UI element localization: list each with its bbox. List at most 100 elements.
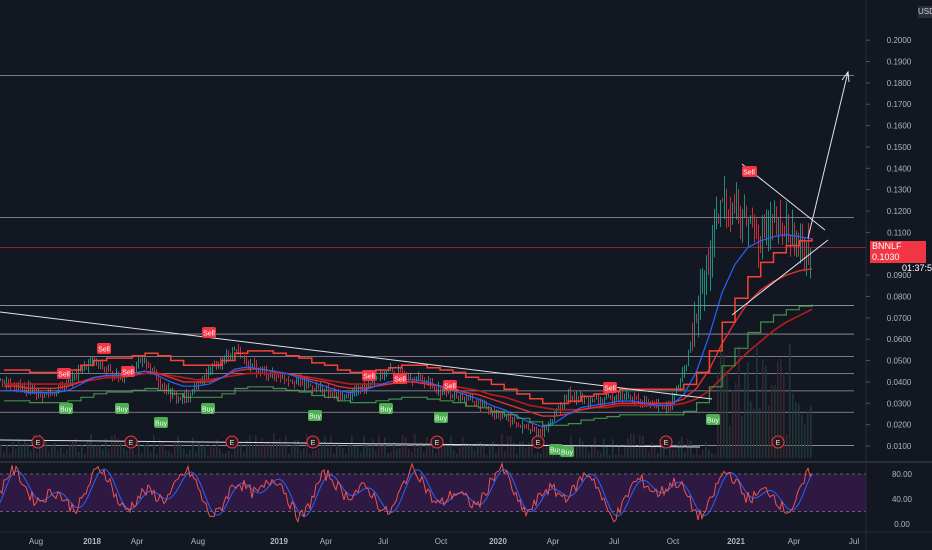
volume-bar [447,445,449,458]
volume-bar [324,436,326,458]
volume-bar [48,451,50,458]
volume-bar [489,444,491,458]
buy-signal: Buy [59,403,73,414]
price-tick-label: 0.1500 [887,143,912,152]
volume-bar [600,452,602,458]
volume-bar [771,384,773,458]
volume-bar [84,453,86,458]
volume-bar [753,408,755,458]
volume-bar [72,441,74,458]
price-tick-label: 0.1900 [887,58,912,67]
price-axis[interactable]: 0.2000 0.1900 0.1800 0.1700 0.1600 0.1500 0.14… [865,0,913,550]
volume-bar [363,436,365,458]
volume-bar [624,445,626,458]
currency-label[interactable]: USD [918,6,932,18]
volume-bar [519,441,521,458]
price-tick-label: 0.1300 [887,186,912,195]
volume-bar [366,443,368,458]
price-tick-label: 0.0100 [887,442,912,451]
volume-bar [690,440,692,458]
volume-bar [390,452,392,458]
volume-bar [393,442,395,458]
volume-bar [6,445,8,458]
time-tick-label: Oct [435,537,448,546]
volume-bar [264,443,266,458]
signal-text: Buy [155,421,168,428]
volume-bar [747,362,749,458]
volume-bar [249,435,251,458]
volume-bar [648,451,650,458]
volume-bar [795,402,797,458]
volume-bar [360,452,362,458]
volume-bar [96,445,98,458]
earnings-text: E [776,440,781,447]
volume-bar [606,446,608,458]
time-tick-label: Apr [320,537,333,546]
signal-text: Buy [202,407,215,414]
time-tick-label: 2021 [727,537,745,546]
volume-bar [357,446,359,458]
volume-bar [114,434,116,458]
sell-signal: Sell [202,327,216,338]
volume-bar [303,448,305,458]
volume-bar [756,347,758,458]
time-tick-label: 2018 [83,537,101,546]
volume-bar [192,437,194,458]
time-tick-label: Jul [378,537,388,546]
volume-bar [123,447,125,458]
volume-bar [417,447,419,458]
volume-bar [429,443,431,458]
signal-text: Sell [58,372,70,379]
volume-bar [180,444,182,458]
sell-signal: Sell [57,368,71,379]
volume-bar [156,454,158,458]
volume-bar [597,450,599,458]
volume-bar [603,438,605,458]
sell-signal: Sell [362,370,376,381]
earnings-text: E [536,440,541,447]
volume-bar [402,434,404,458]
signal-text: Sell [743,170,755,177]
volume-bar [534,454,536,458]
signal-text: Sell [444,384,456,391]
last-price: 0.1030 [872,252,900,263]
time-axis[interactable]: Aug 2018 Apr Aug 2019 Apr Jul Oct 2020 Apr Jul Oct 2… [0,531,932,546]
volume-bar [579,437,581,458]
chart-canvas[interactable]: Sell Buy Sell Buy Sell Buy Sell Buy Sell Buy Sell B… [0,0,932,550]
volume-bar [516,454,518,458]
price-tick-label: 0.0800 [887,292,912,301]
signal-text: Buy [60,407,73,414]
volume-bar [285,435,287,458]
volume-bar [615,454,617,458]
volume-bar [51,445,53,458]
volume-bar [171,453,173,458]
earnings-text: E [664,440,669,447]
volume-bar [492,441,494,458]
volume-bar [705,441,707,458]
volume-bar [60,447,62,458]
price-tick-label: 0.1400 [887,164,912,173]
volume-bar [684,452,686,458]
volume-bar [213,447,215,458]
volume-bar [444,445,446,458]
oscillator-tick-label: 0.00 [894,520,910,529]
volume-bar [267,441,269,458]
signal-text: Buy [707,418,720,425]
bar-countdown: 01:37:51 [902,263,932,274]
volume-bar [225,453,227,458]
volume-bar [744,373,746,458]
signal-text: Buy [561,450,574,457]
volume-bar [420,442,422,458]
volume-bar [426,436,428,458]
time-tick-label: Apr [788,537,801,546]
volume-bar [693,454,695,458]
slow-moving-average [4,308,813,411]
volume-bar [804,423,806,458]
volume-bar [153,435,155,458]
volume-bar [150,452,152,458]
volume-bar [726,371,728,458]
volume-bar [273,433,275,458]
earnings-text: E [36,440,41,447]
volume-bar [786,433,788,458]
volume-bar [339,446,341,458]
